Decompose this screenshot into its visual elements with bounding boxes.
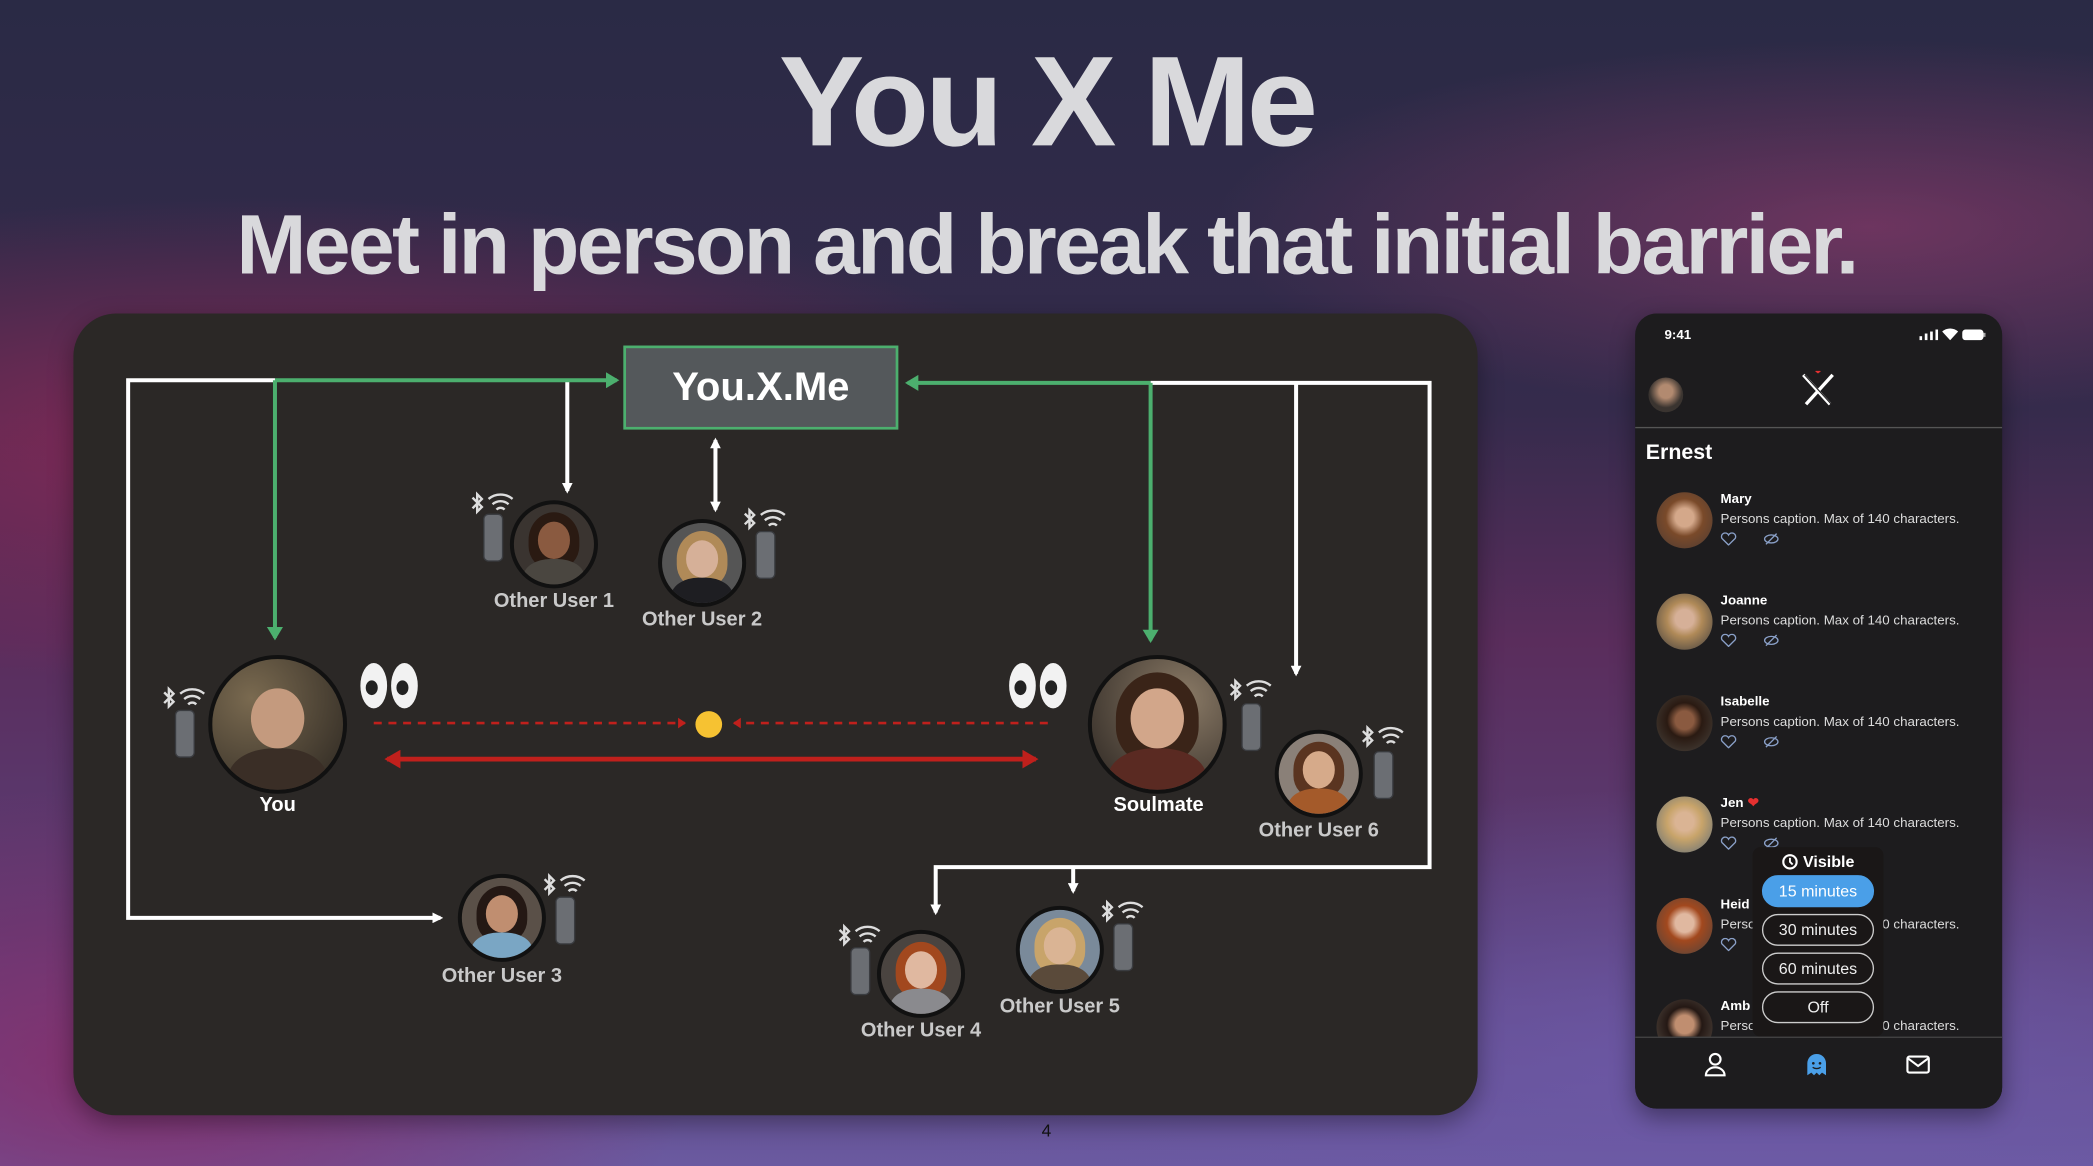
- option-off[interactable]: Off: [1761, 991, 1875, 1024]
- bluetooth-wifi-icon: [163, 686, 205, 710]
- person-name-text: Jen: [1720, 796, 1744, 812]
- visibility-popup: Visible 15 minutes 30 minutes 60 minutes…: [1752, 847, 1884, 1037]
- phone-device-icon: [483, 513, 504, 562]
- slide: You X Me Meet in person and break that i…: [0, 0, 2093, 1166]
- person-name: Jen ❤: [1721, 796, 1759, 811]
- heart-outline-icon[interactable]: [1720, 937, 1737, 952]
- avatar-other-user-5: [1015, 905, 1104, 994]
- person-avatar: [1656, 796, 1713, 853]
- user-name-heading: Ernest: [1645, 441, 1713, 465]
- heart-outline-icon[interactable]: [1720, 633, 1737, 648]
- visibility-header: Visible: [1753, 852, 1884, 871]
- status-time: 9:41: [1664, 328, 1692, 343]
- label-soulmate: Soulmate: [1113, 793, 1204, 817]
- label-other-user-3: Other User 3: [441, 964, 562, 988]
- battery-icon: [1962, 328, 1986, 340]
- profile-icon[interactable]: [1702, 1051, 1729, 1078]
- bluetooth-wifi-icon: [543, 872, 586, 897]
- heart-outline-icon[interactable]: [1720, 532, 1737, 546]
- visibility-title: Visible: [1803, 852, 1855, 872]
- bluetooth-wifi-icon: [1101, 899, 1144, 923]
- ghost-icon[interactable]: [1803, 1051, 1830, 1078]
- heart-outline-icon[interactable]: [1720, 836, 1737, 850]
- person-name: Amb: [1720, 999, 1751, 1014]
- person-caption: Persons caption. Max of 140 characters.: [1720, 715, 1960, 730]
- label-other-user-4: Other User 4: [860, 1019, 982, 1042]
- avatar-other-user-6: [1274, 729, 1363, 818]
- signal-icon: [1919, 328, 1939, 340]
- person-row[interactable]: Mary Persons caption. Max of 140 charact…: [1635, 492, 2002, 572]
- label-other-user-5: Other User 5: [999, 995, 1120, 1018]
- phone-device-icon: [1241, 703, 1262, 752]
- hide-eye-icon[interactable]: [1763, 532, 1779, 545]
- bluetooth-wifi-icon: [743, 507, 786, 531]
- status-icons: [1919, 328, 1986, 341]
- option-30-minutes[interactable]: 30 minutes: [1761, 913, 1875, 946]
- wifi-icon: [1942, 328, 1959, 341]
- phone-device-icon: [555, 896, 576, 945]
- app-logo-icon: [1802, 370, 1834, 406]
- liked-heart-icon: ❤: [1747, 796, 1759, 812]
- avatar-other-user-1: [509, 500, 598, 589]
- person-caption: Persons caption. Max of 140 characters.: [1720, 816, 1960, 832]
- mail-icon[interactable]: [1905, 1051, 1932, 1078]
- eyes-emoji: [360, 663, 418, 709]
- profile-avatar[interactable]: [1648, 377, 1684, 413]
- avatar-other-user-3: [457, 873, 546, 962]
- label-other-user-2: Other User 2: [641, 608, 763, 632]
- eyes-emoji: [1009, 663, 1067, 709]
- person-row[interactable]: Joanne Persons caption. Max of 140 chara…: [1635, 593, 2002, 674]
- person-avatar: [1656, 492, 1713, 549]
- person-name: Mary: [1720, 492, 1752, 507]
- bluetooth-wifi-icon: [838, 923, 881, 947]
- avatar-other-user-2: [658, 518, 747, 608]
- person-row[interactable]: Isabelle Persons caption. Max of 140 cha…: [1635, 695, 2002, 775]
- phone-device-icon: [850, 947, 871, 996]
- person-avatar: [1656, 593, 1713, 650]
- person-name: Heid: [1720, 897, 1750, 913]
- tab-bar: [1635, 1036, 2003, 1109]
- person-name: Isabelle: [1720, 695, 1770, 710]
- hide-eye-icon[interactable]: [1763, 735, 1779, 748]
- heart-eyes-emoji: [695, 711, 723, 738]
- person-avatar: [1656, 897, 1713, 954]
- avatar-soulmate: [1087, 655, 1227, 794]
- phone-device-icon: [1373, 751, 1394, 800]
- bluetooth-wifi-icon: [1229, 678, 1272, 702]
- phone-device-icon: [755, 530, 776, 579]
- person-avatar: [1656, 695, 1713, 752]
- bluetooth-wifi-icon: [1361, 724, 1404, 748]
- option-15-minutes[interactable]: 15 minutes: [1761, 875, 1875, 908]
- phone-mockup: 9:41 Ernest Mary Persons caption. Max of…: [1635, 313, 2003, 1109]
- label-you: You: [259, 793, 296, 817]
- bluetooth-wifi-icon: [471, 491, 514, 515]
- heart-outline-icon[interactable]: [1720, 735, 1737, 749]
- label-other-user-6: Other User 6: [1258, 819, 1379, 842]
- person-name: Joanne: [1720, 593, 1768, 609]
- hide-eye-icon[interactable]: [1763, 634, 1779, 647]
- page-number: 4: [1041, 1120, 1052, 1141]
- person-caption: Persons caption. Max of 140 characters.: [1720, 512, 1960, 527]
- option-60-minutes[interactable]: 60 minutes: [1761, 952, 1875, 985]
- clock-icon: [1781, 854, 1798, 870]
- avatar-other-user-4: [876, 929, 966, 1018]
- hub-box: You.X.Me: [623, 345, 899, 430]
- phone-device-icon: [1113, 923, 1134, 972]
- phone-device-icon: [174, 709, 195, 758]
- header-divider: [1635, 426, 2003, 429]
- person-caption: Persons caption. Max of 140 characters.: [1720, 613, 1960, 629]
- avatar-you: [208, 655, 348, 794]
